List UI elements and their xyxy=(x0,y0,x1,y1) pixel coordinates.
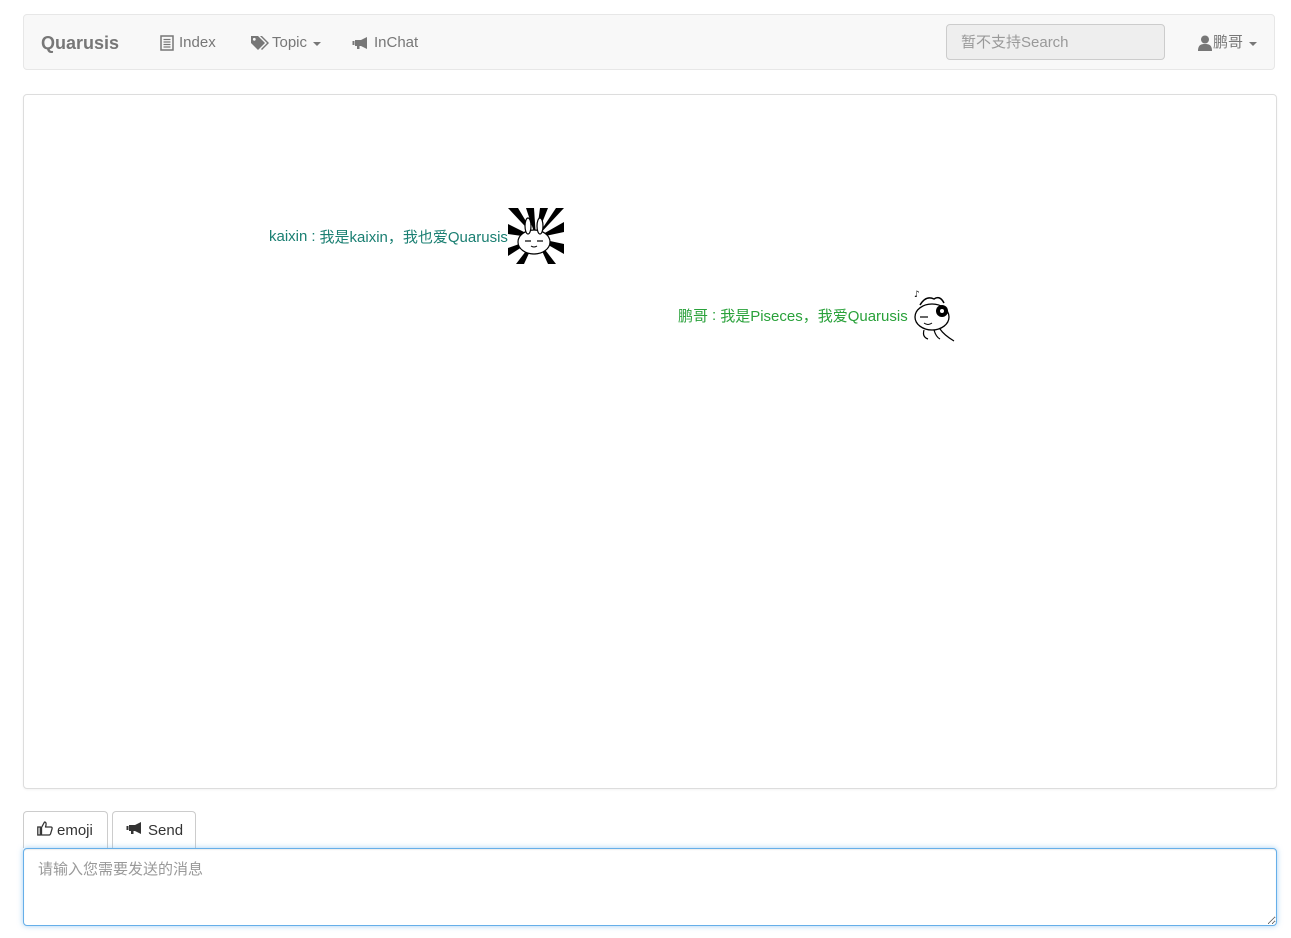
caret-down-icon xyxy=(1249,41,1258,46)
nav-item-index-label: Index xyxy=(179,34,216,51)
rabbit-headphones-avatar: ♪ xyxy=(910,287,958,343)
search-input[interactable] xyxy=(946,24,1165,60)
list-icon xyxy=(160,35,174,51)
bullhorn-icon xyxy=(126,821,148,839)
user-icon xyxy=(1198,35,1212,51)
message-sender: kaixin xyxy=(269,227,308,245)
chat-panel: kaixin : 我是kaixin，我也爱Quarusis 鹏哥: 我是Pis… xyxy=(23,94,1277,789)
message-text: 我是kaixin，我也爱Quarusis xyxy=(319,228,508,246)
nav-item-topic[interactable]: Topic xyxy=(250,33,322,53)
message-input[interactable] xyxy=(23,848,1277,926)
thumbs-up-icon xyxy=(37,820,57,840)
send-button[interactable]: Send xyxy=(112,811,196,848)
message-separator: : xyxy=(311,227,316,245)
rabbit-sunburst-avatar xyxy=(507,208,564,264)
nav-item-index[interactable]: Index xyxy=(160,33,216,53)
top-navbar: Quarusis Index Topic InChat 暂不支持Search 鹏… xyxy=(23,14,1275,70)
chat-message: kaixin : 我是kaixin，我也爱Quarusis xyxy=(269,208,564,264)
message-sender: 鹏哥 xyxy=(678,307,709,325)
emoji-button-label: emoji xyxy=(57,821,93,839)
caret-down-icon xyxy=(313,41,322,46)
tags-icon xyxy=(250,35,270,51)
emoji-button[interactable]: emoji xyxy=(23,811,108,848)
nav-item-inchat-label: InChat xyxy=(374,34,419,51)
chat-message: 鹏哥 : 我是Piseces，我爱Quarusis ♪ xyxy=(678,287,958,343)
brand-logo[interactable]: Quarusis xyxy=(41,33,119,53)
user-menu-label: 鹏哥 xyxy=(1213,34,1244,51)
user-menu[interactable]: 鹏哥 xyxy=(1198,33,1258,53)
send-button-label: Send xyxy=(148,821,184,839)
bullhorn-icon xyxy=(352,36,370,50)
svg-text:♪: ♪ xyxy=(914,290,920,300)
nav-item-topic-label: Topic xyxy=(272,34,308,51)
message-separator: : xyxy=(712,306,717,324)
message-text: 我是Piseces，我爱Quarusis xyxy=(720,307,908,325)
nav-item-inchat[interactable]: InChat xyxy=(352,33,418,53)
